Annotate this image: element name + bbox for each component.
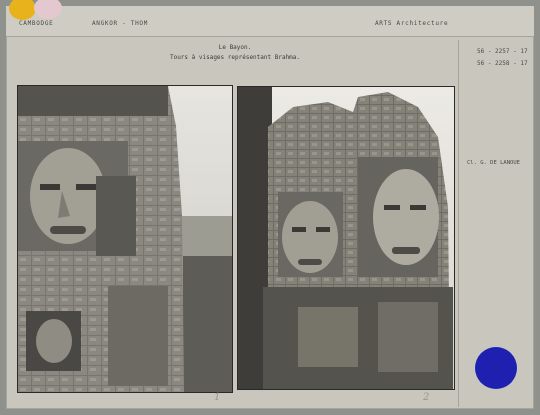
header-band — [6, 6, 534, 37]
caption: Le Bayon. Tours à visages représentant B… — [120, 43, 350, 63]
header-region: ANGKOR - THOM — [92, 20, 149, 27]
photo-1-image — [18, 86, 232, 392]
photo-bayon-face-tower-1 — [17, 85, 233, 393]
photo-2-image — [238, 87, 454, 389]
photo-bayon-face-tower-2 — [237, 86, 455, 390]
reference-number-1: 56 - 2257 - 17 — [477, 48, 528, 55]
header-country: CAMBODGE — [19, 20, 54, 27]
photo-number-1: 1 — [214, 392, 221, 403]
caption-description: Tours à visages représentant Brahma. — [169, 54, 301, 61]
caption-title: Le Bayon. — [218, 44, 252, 51]
header-subject: ARTS Architecture — [375, 20, 449, 27]
photo-credit: Cl. G. DE LANOUE — [467, 160, 520, 166]
photo-number-2: 2 — [423, 392, 430, 403]
blue-sticker-dot — [475, 347, 517, 389]
reference-number-2: 56 - 2258 - 17 — [477, 60, 528, 67]
